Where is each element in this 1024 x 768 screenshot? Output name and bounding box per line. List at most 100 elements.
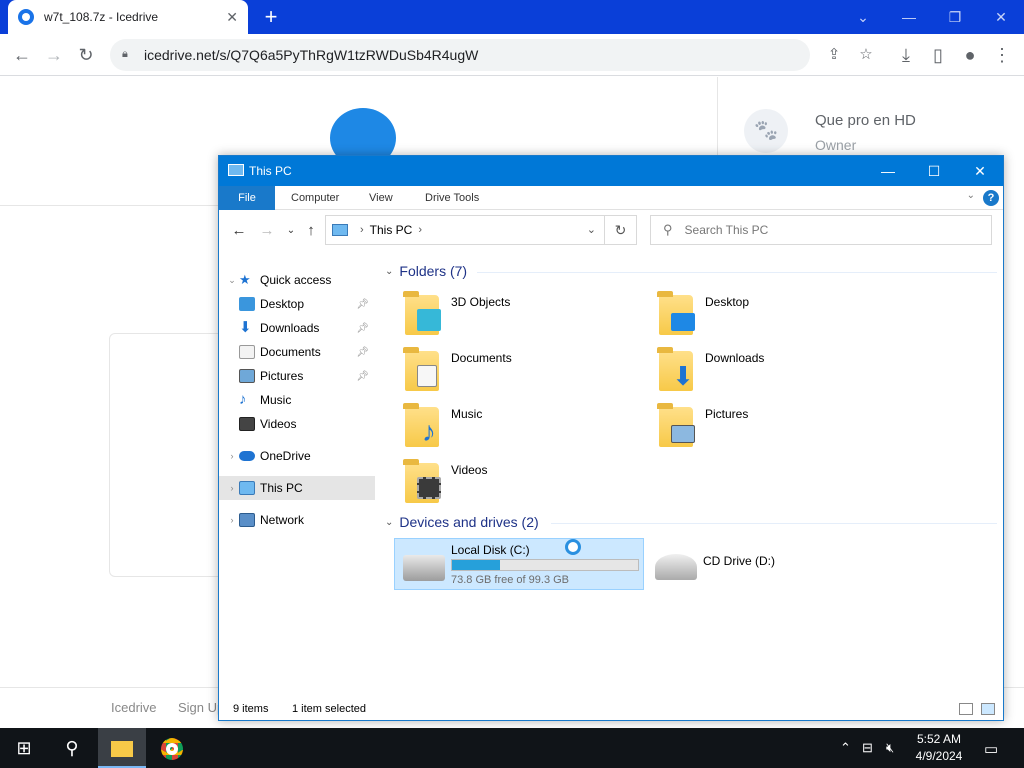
- collapse-chevron-icon[interactable]: ⌄: [385, 266, 393, 277]
- chrome-taskbar-icon[interactable]: [148, 728, 196, 768]
- nav-label: Network: [260, 513, 305, 527]
- file-explorer-window: This PC — ☐ ✕ File Computer View Drive T…: [218, 155, 1004, 721]
- folder-downloads[interactable]: ⬇ Downloads: [635, 347, 875, 397]
- folder-music[interactable]: ♪ Music: [381, 403, 621, 453]
- chrome-logo-icon: [161, 738, 183, 761]
- tab-search-icon[interactable]: ⌄: [840, 4, 886, 30]
- lock-icon[interactable]: 🔒︎: [122, 48, 136, 62]
- explorer-minimize-button[interactable]: —: [865, 156, 911, 186]
- drive-local-disk-c[interactable]: Local Disk (C:) 73.8 GB free of 99.3 GB: [394, 538, 644, 590]
- expand-chevron-icon[interactable]: ›: [225, 483, 239, 493]
- breadcrumb-this-pc[interactable]: This PC: [370, 223, 413, 237]
- ribbon-tab-computer[interactable]: Computer: [277, 186, 353, 210]
- nav-pictures[interactable]: Pictures 📌︎: [219, 364, 375, 388]
- profile-avatar-icon[interactable]: ●: [956, 41, 984, 69]
- folder-name: Music: [451, 407, 483, 421]
- star-icon: ★: [239, 272, 251, 287]
- search-box[interactable]: ⚲ Search This PC: [650, 215, 992, 245]
- nav-this-pc[interactable]: › This PC: [219, 476, 375, 500]
- documents-icon: [239, 345, 255, 359]
- forward-arrow-icon[interactable]: →: [40, 41, 68, 69]
- nav-label: Music: [260, 393, 292, 407]
- this-pc-icon: [332, 224, 348, 236]
- expand-chevron-icon[interactable]: ›: [225, 451, 239, 461]
- address-bar[interactable]: 🔒︎ icedrive.net/s/Q7Q6a5PyThRgW1tzRWDuSb…: [110, 39, 873, 71]
- details-view-icon[interactable]: [959, 703, 973, 715]
- show-hidden-icons-chevron[interactable]: ⌃: [840, 740, 851, 756]
- explorer-title-bar[interactable]: This PC — ☐ ✕: [219, 156, 1003, 186]
- folder-videos[interactable]: Videos: [381, 459, 621, 509]
- drive-usage-bar: [451, 559, 639, 571]
- folder-name: 3D Objects: [451, 295, 511, 309]
- folder-icon: [111, 741, 133, 758]
- owner-name: Que pro en HD: [815, 112, 916, 129]
- system-clock[interactable]: 5:52 AM 4/9/2024: [904, 731, 974, 765]
- selection-count: 1 item selected: [292, 703, 366, 715]
- ribbon-tab-file[interactable]: File: [219, 186, 275, 210]
- tab-close-icon[interactable]: ✕: [226, 9, 238, 26]
- windows-start-icon[interactable]: ⊞: [0, 728, 48, 768]
- download-icon[interactable]: ⤓: [892, 41, 920, 69]
- close-window-button[interactable]: ✕: [978, 4, 1024, 30]
- forward-button-icon[interactable]: →: [257, 221, 277, 241]
- download-arrow-icon: ⬇: [239, 319, 252, 336]
- nav-network[interactable]: › Network: [219, 508, 375, 532]
- minimize-button[interactable]: —: [886, 4, 932, 30]
- ribbon-tab-drive-tools[interactable]: Drive Tools: [411, 186, 493, 210]
- nav-quick-access[interactable]: ⌄ ★ Quick access: [219, 268, 375, 292]
- nav-label: Videos: [260, 417, 297, 431]
- bookmark-star-icon[interactable]: ☆: [856, 45, 876, 65]
- nav-documents[interactable]: Documents 📌︎: [219, 340, 375, 364]
- volume-muted-icon[interactable]: 🔇︎: [886, 740, 894, 756]
- breadcrumb-separator-icon[interactable]: ›: [418, 224, 422, 236]
- reload-icon[interactable]: ↻: [72, 41, 100, 69]
- document-page-icon: [417, 365, 437, 387]
- nav-onedrive[interactable]: › OneDrive: [219, 444, 375, 468]
- folder-desktop[interactable]: Desktop: [635, 291, 875, 341]
- folders-group-header[interactable]: ⌄ Folders (7): [385, 263, 467, 279]
- navigation-pane: ⌄ ★ Quick access Desktop 📌︎ ⬇ Downloads …: [219, 259, 379, 689]
- address-dropdown-icon[interactable]: ⌄: [587, 223, 596, 236]
- explorer-maximize-button[interactable]: ☐: [911, 156, 957, 186]
- help-icon[interactable]: ?: [983, 190, 999, 206]
- ribbon-tab-view[interactable]: View: [355, 186, 407, 210]
- collapse-chevron-icon[interactable]: ⌄: [385, 517, 393, 528]
- side-panel-icon[interactable]: ▯: [924, 41, 952, 69]
- nav-videos[interactable]: Videos: [219, 412, 375, 436]
- drive-cd-d[interactable]: CD Drive (D:): [647, 538, 897, 590]
- file-explorer-taskbar-icon[interactable]: [98, 728, 146, 768]
- nav-music[interactable]: ♪ Music: [219, 388, 375, 412]
- share-icon[interactable]: ⇪: [824, 45, 844, 65]
- folder-3d-objects[interactable]: 3D Objects: [381, 291, 621, 341]
- pin-icon: 📌︎: [356, 298, 369, 310]
- up-button-icon[interactable]: ↑: [301, 221, 321, 241]
- notifications-icon[interactable]: ▭: [984, 740, 998, 758]
- search-icon[interactable]: ⚲: [48, 728, 96, 768]
- desktop-icon: [239, 297, 255, 311]
- expand-ribbon-chevron-icon[interactable]: ⌄: [967, 190, 975, 201]
- nav-label: Documents: [260, 345, 321, 359]
- new-tab-button[interactable]: +: [258, 4, 284, 30]
- back-button-icon[interactable]: ←: [229, 221, 249, 241]
- footer-link-icedrive[interactable]: Icedrive: [111, 700, 157, 715]
- devices-header-label: Devices and drives (2): [399, 514, 539, 530]
- expand-chevron-icon[interactable]: ›: [225, 515, 239, 525]
- folder-documents[interactable]: Documents: [381, 347, 621, 397]
- network-tray-icon[interactable]: ⊟: [862, 740, 873, 756]
- restore-button[interactable]: ❐: [932, 4, 978, 30]
- refresh-button[interactable]: ↻: [605, 215, 637, 245]
- back-arrow-icon[interactable]: ←: [8, 41, 36, 69]
- folder-pictures[interactable]: Pictures: [635, 403, 875, 453]
- nav-downloads[interactable]: ⬇ Downloads 📌︎: [219, 316, 375, 340]
- explorer-close-button[interactable]: ✕: [957, 156, 1003, 186]
- nav-desktop[interactable]: Desktop 📌︎: [219, 292, 375, 316]
- breadcrumb-separator-icon[interactable]: ›: [360, 224, 364, 236]
- address-bar[interactable]: › This PC › ⌄: [325, 215, 605, 245]
- large-icons-view-icon[interactable]: [981, 703, 995, 715]
- recent-locations-chevron-icon[interactable]: ⌄: [281, 221, 301, 241]
- expand-chevron-icon[interactable]: ⌄: [225, 275, 239, 286]
- chrome-menu-icon[interactable]: ⋮: [988, 41, 1016, 69]
- devices-group-header[interactable]: ⌄ Devices and drives (2): [385, 514, 539, 530]
- browser-tab[interactable]: w7t_108.7z - Icedrive ✕: [8, 0, 248, 34]
- drive-name: CD Drive (D:): [703, 554, 775, 568]
